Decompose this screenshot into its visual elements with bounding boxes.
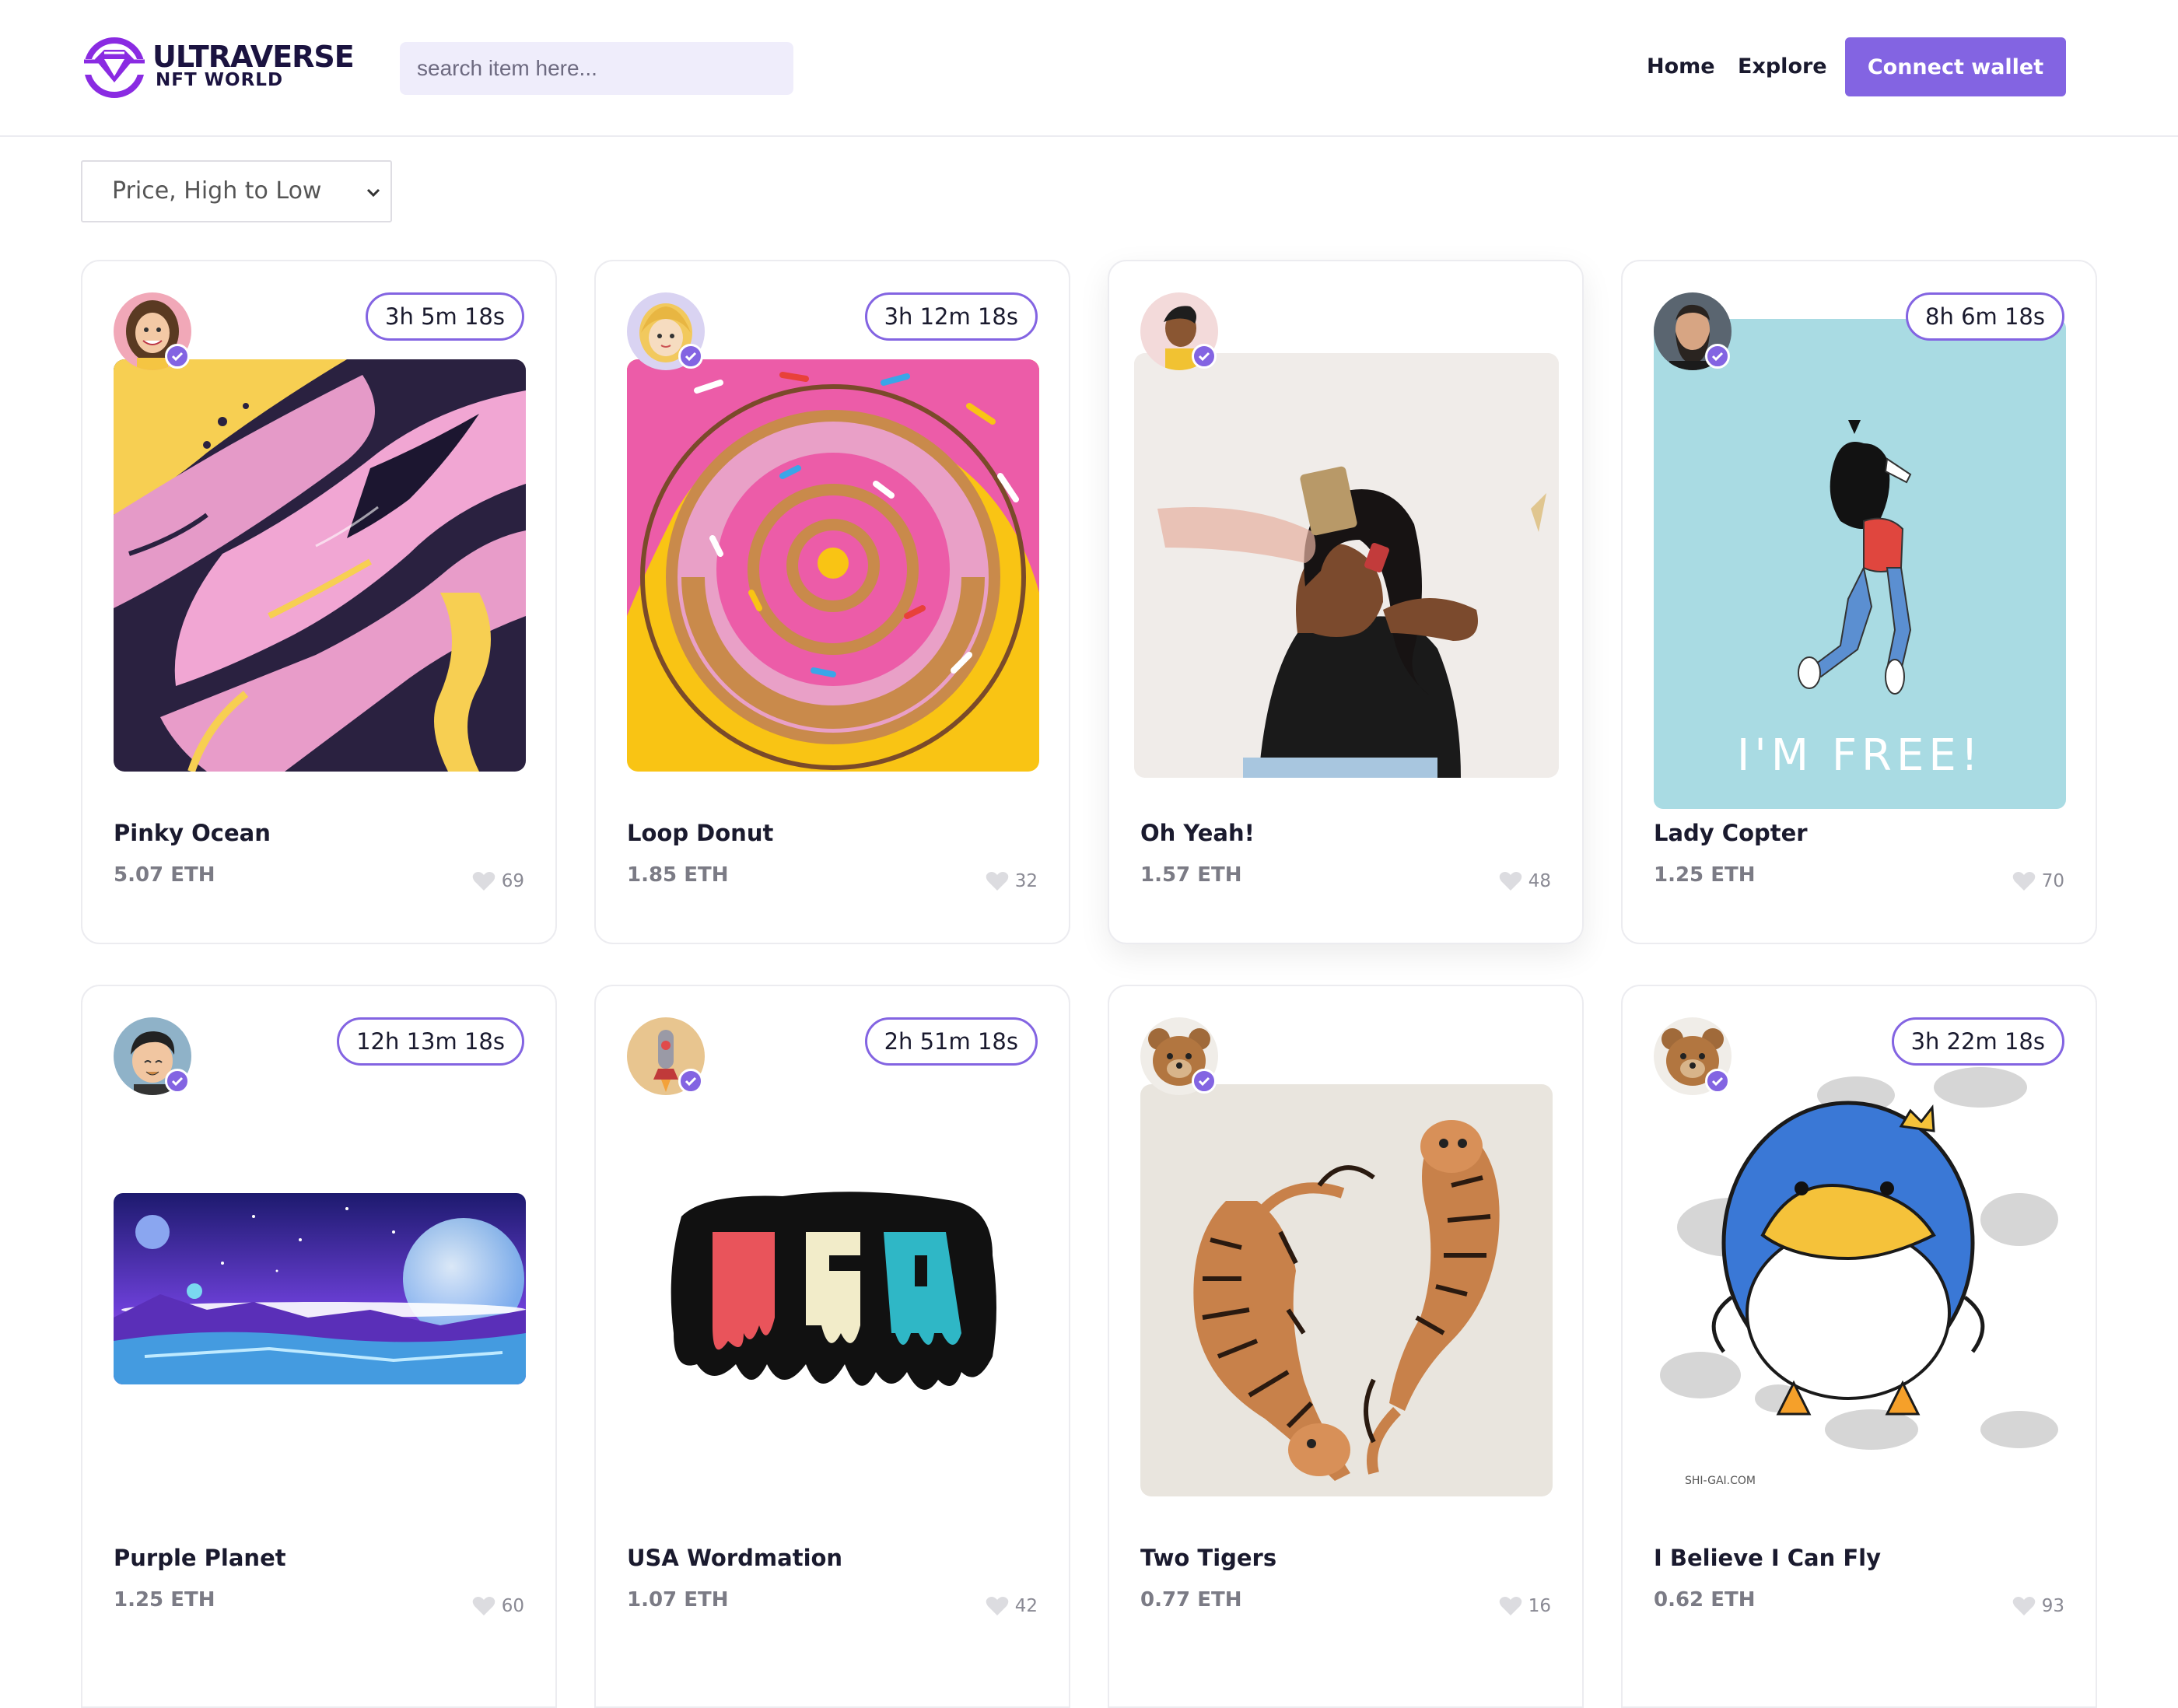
nav-explore-link[interactable]: Explore xyxy=(1738,53,1827,81)
site-header: ULTRAVERSE NFT WORLD Home Explore Connec… xyxy=(0,0,2178,137)
nft-title[interactable]: Oh Yeah! xyxy=(1140,820,1255,846)
nft-price: 0.62 ETH xyxy=(1654,1588,1756,1612)
like-button[interactable]: 93 xyxy=(2012,1596,2064,1616)
nft-price: 1.57 ETH xyxy=(1140,863,1242,887)
nft-title[interactable]: Two Tigers xyxy=(1140,1545,1276,1571)
nft-image[interactable] xyxy=(627,1139,1039,1450)
nav-home-link[interactable]: Home xyxy=(1647,53,1715,81)
nft-title[interactable]: I Believe I Can Fly xyxy=(1654,1545,1881,1571)
art-watermark: SHI-GAI.COM xyxy=(1685,1475,1756,1487)
nft-card[interactable]: 8h 6m 18s I'M FREE! Lady Copter 1.25 ETH… xyxy=(1621,260,2097,944)
brand-subtitle: NFT WORLD xyxy=(156,70,284,90)
search-input[interactable] xyxy=(400,42,793,95)
countdown-timer: 3h 22m 18s xyxy=(1891,1017,2064,1066)
like-button[interactable]: 60 xyxy=(472,1596,524,1616)
countdown-timer: 12h 13m 18s xyxy=(337,1017,524,1066)
verified-badge-icon xyxy=(1192,344,1217,369)
nft-image[interactable]: I'M FREE! xyxy=(1654,319,2066,809)
verified-badge-icon xyxy=(165,344,190,369)
verified-badge-icon xyxy=(165,1069,190,1094)
verified-badge-icon xyxy=(1192,1069,1217,1094)
nft-card[interactable]: 2h 51m 18s USA Wordmation 1.07 ETH 42 xyxy=(594,985,1070,1708)
countdown-timer: 8h 6m 18s xyxy=(1906,292,2064,341)
nft-card[interactable]: Oh Yeah! 1.57 ETH 48 xyxy=(1108,260,1584,944)
nft-image[interactable] xyxy=(114,359,526,772)
nft-price: 1.25 ETH xyxy=(1654,863,1756,887)
like-count: 48 xyxy=(1528,871,1551,891)
like-button[interactable]: 70 xyxy=(2012,871,2064,891)
brand-logo[interactable]: ULTRAVERSE NFT WORLD xyxy=(81,36,369,100)
like-button[interactable]: 69 xyxy=(472,871,524,891)
verified-badge-icon xyxy=(678,1069,703,1094)
nft-card[interactable]: 12h 13m 18s Purple Planet 1.25 ETH 60 xyxy=(81,985,557,1708)
nft-image[interactable] xyxy=(1134,353,1559,778)
verified-badge-icon xyxy=(1705,1069,1730,1094)
nft-title[interactable]: Purple Planet xyxy=(114,1545,286,1571)
countdown-timer: 3h 12m 18s xyxy=(864,292,1038,341)
nft-card[interactable]: Two Tigers 0.77 ETH 16 xyxy=(1108,985,1584,1708)
art-text: I'M FREE! xyxy=(1737,730,1983,781)
heart-icon xyxy=(986,1597,1008,1615)
like-count: 60 xyxy=(501,1596,524,1616)
nft-price: 1.25 ETH xyxy=(114,1588,215,1612)
like-button[interactable]: 48 xyxy=(1499,871,1551,891)
nft-image[interactable] xyxy=(627,359,1039,772)
like-button[interactable]: 16 xyxy=(1499,1596,1551,1616)
verified-badge-icon xyxy=(1705,344,1730,369)
nft-card[interactable]: 3h 22m 18s SHI-GAI.COM I Believe I Can F… xyxy=(1621,985,2097,1708)
countdown-timer: 3h 5m 18s xyxy=(366,292,524,341)
countdown-timer: 2h 51m 18s xyxy=(864,1017,1038,1066)
like-count: 70 xyxy=(2041,871,2064,891)
heart-icon xyxy=(1499,1597,1521,1615)
connect-wallet-button[interactable]: Connect wallet xyxy=(1845,37,2066,96)
diamond-logo-icon xyxy=(84,37,145,98)
sort-select[interactable]: Price, High to Low xyxy=(81,160,392,222)
nft-title[interactable]: Loop Donut xyxy=(627,820,773,846)
nft-image[interactable]: SHI-GAI.COM xyxy=(1654,1064,2066,1515)
like-button[interactable]: 32 xyxy=(986,871,1038,891)
brand-title: ULTRAVERSE xyxy=(152,40,355,74)
nft-price: 0.77 ETH xyxy=(1140,1588,1242,1612)
heart-icon xyxy=(2012,872,2035,891)
nft-title[interactable]: Lady Copter xyxy=(1654,820,1808,846)
like-button[interactable]: 42 xyxy=(986,1596,1038,1616)
like-count: 93 xyxy=(2041,1596,2064,1616)
heart-icon xyxy=(2012,1597,2035,1615)
chevron-down-icon xyxy=(366,188,380,198)
nft-price: 1.07 ETH xyxy=(627,1588,729,1612)
heart-icon xyxy=(1499,872,1521,891)
heart-icon xyxy=(472,1597,495,1615)
nft-price: 5.07 ETH xyxy=(114,863,215,887)
like-count: 16 xyxy=(1528,1596,1551,1616)
nft-title[interactable]: USA Wordmation xyxy=(627,1545,842,1571)
like-count: 69 xyxy=(501,871,524,891)
verified-badge-icon xyxy=(678,344,703,369)
nft-title[interactable]: Pinky Ocean xyxy=(114,820,271,846)
like-count: 42 xyxy=(1014,1596,1038,1616)
like-count: 32 xyxy=(1014,871,1038,891)
sort-selected-value: Price, High to Low xyxy=(112,177,322,205)
nft-card[interactable]: 3h 12m 18s Loop Donut 1.85 ETH 32 xyxy=(594,260,1070,944)
nft-image[interactable] xyxy=(114,1193,526,1384)
nft-card[interactable]: 3h 5m 18s Pinky Ocean 5.07 ETH 69 xyxy=(81,260,557,944)
nft-price: 1.85 ETH xyxy=(627,863,729,887)
heart-icon xyxy=(472,872,495,891)
heart-icon xyxy=(986,872,1008,891)
nft-image[interactable] xyxy=(1140,1084,1553,1496)
